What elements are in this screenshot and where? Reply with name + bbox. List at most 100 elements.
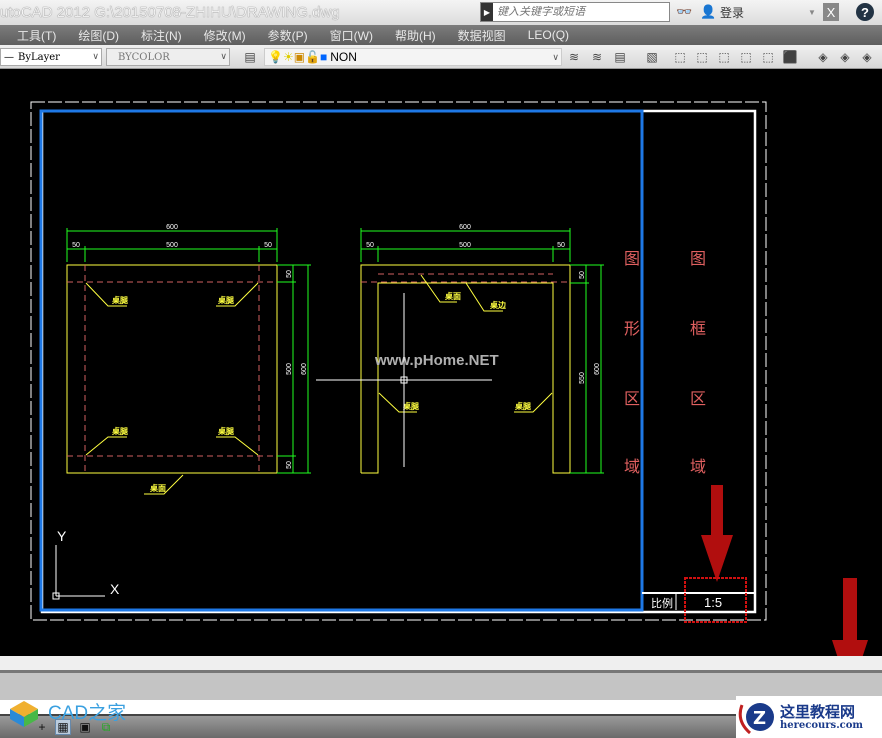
lock-icon: 🔓 <box>305 50 321 64</box>
menu-help[interactable]: 帮助(H) <box>395 27 436 44</box>
chevron-down-icon: ∨ <box>220 52 227 62</box>
svg-text:Z: Z <box>753 708 766 729</box>
title-bar: utoCAD 2012 G:\20150708-ZHIHU\DRAWING.dw… <box>0 0 882 25</box>
leader-label: 桌面 <box>149 483 166 493</box>
herecours-logo: Z 这里教程网 herecours.com <box>736 696 882 738</box>
dim-text: 500 <box>459 242 471 249</box>
iso-se-icon[interactable]: ◈ <box>837 49 853 65</box>
ucs-icon <box>52 545 105 600</box>
drawing-canvas[interactable]: 比例 1:5 图 形 区 域 图 框 区 域 600 50 500 50 50 … <box>0 69 882 656</box>
menu-modify[interactable]: 修改(M) <box>204 27 246 44</box>
cad-logo-text: CAD之家 <box>48 702 127 724</box>
menu-leo[interactable]: LEO(Q) <box>528 28 569 42</box>
command-history[interactable] <box>0 656 882 673</box>
view-back-icon[interactable]: ⬛ <box>782 49 798 65</box>
layer-previous-icon[interactable]: ≋ <box>566 49 582 65</box>
menu-data-view[interactable]: 数据视图 <box>458 27 506 44</box>
leader-label: 桌面 <box>444 291 461 301</box>
linetype-value: ByLayer <box>18 51 60 63</box>
dropdown-icon[interactable]: ▼ <box>808 3 816 21</box>
right-view[interactable]: 600 50 500 50 50 550 600 桌面 桌边 桌腿 桌腿 <box>360 224 604 474</box>
left-view[interactable]: 600 50 500 50 50 500 50 600 桌腿 桌腿 桌腿 桌腿 … <box>66 224 311 495</box>
leaders <box>85 282 259 495</box>
scale-value: 1:5 <box>704 595 722 610</box>
dim-text: 500 <box>166 242 178 249</box>
iso-ne-icon[interactable]: ◈ <box>859 49 875 65</box>
lineweight-select[interactable]: BYCOLOR ∨ <box>106 48 230 66</box>
layer-match-icon[interactable]: ▤ <box>612 49 628 65</box>
dim-text: 600 <box>166 224 178 231</box>
exchange-icon[interactable]: X <box>823 3 839 21</box>
binoculars-icon[interactable]: 👓 <box>676 3 692 21</box>
lineweight-value: BYCOLOR <box>118 51 170 63</box>
login-link[interactable]: 登录 <box>720 3 744 21</box>
view-right-icon[interactable]: ⬚ <box>738 49 754 65</box>
user-icon[interactable]: 👤 <box>700 3 716 21</box>
iso-sw-icon[interactable]: ◈ <box>815 49 831 65</box>
window-title: utoCAD 2012 G:\20150708-ZHIHU\DRAWING.dw… <box>0 4 340 21</box>
dim-text: 600 <box>301 363 308 375</box>
dim-text: 50 <box>72 242 80 249</box>
view-left-icon[interactable]: ⬚ <box>716 49 732 65</box>
red-arrow-icon <box>701 485 868 656</box>
toolbar: — ByLayer ∨ BYCOLOR ∨ ▤ 💡 ☀ ▣ 🔓 ■ NON ∨ ≋ ≋ ▤ … <box>0 45 882 69</box>
layer-select[interactable]: 💡 ☀ ▣ 🔓 ■ NON ∨ <box>264 48 562 66</box>
dim-text: 50 <box>286 461 293 469</box>
layer-manager-icon[interactable]: ▤ <box>242 49 258 65</box>
region-text: 区 <box>624 391 640 408</box>
search-input[interactable] <box>493 6 663 18</box>
crosshair-cursor <box>316 293 492 467</box>
dim-text: 600 <box>594 363 601 375</box>
dim-text: 600 <box>459 224 471 231</box>
view-front-icon[interactable]: ⬚ <box>760 49 776 65</box>
menu-draw[interactable]: 绘图(D) <box>78 27 119 44</box>
dim-text: 50 <box>579 271 586 279</box>
frame-text: 图 <box>690 251 706 268</box>
leader-label: 桌边 <box>489 300 507 310</box>
frame-text: 域 <box>690 458 706 476</box>
menu-dimension[interactable]: 标注(N) <box>141 27 182 44</box>
herecours-cn: 这里教程网 <box>780 702 856 721</box>
menu-parametric[interactable]: 参数(P) <box>268 27 308 44</box>
z-logo-icon: Z <box>738 703 774 735</box>
help-icon[interactable]: ? <box>856 3 874 21</box>
search-box[interactable]: ▶ <box>480 2 670 22</box>
layer-state-icon[interactable]: ≋ <box>589 49 605 65</box>
region-text: 形 <box>624 320 640 338</box>
frame-text: 区 <box>690 391 706 408</box>
sun-icon: ☀ <box>282 50 294 64</box>
menu-tools[interactable]: 工具(T) <box>17 27 56 44</box>
linetype-select[interactable]: — ByLayer ∨ <box>0 48 102 66</box>
herecours-en: herecours.com <box>780 719 864 731</box>
leader-label: 桌腿 <box>217 426 234 436</box>
leaders <box>378 274 553 413</box>
dim-text: 500 <box>286 363 293 375</box>
hidden-lines <box>361 273 570 283</box>
dim-text: 50 <box>557 242 565 249</box>
graphics-viewport[interactable] <box>39 109 644 612</box>
watermark: www.pHome.NET <box>374 352 499 369</box>
leader-label: 桌腿 <box>111 426 128 436</box>
region-text: 图 <box>624 251 640 268</box>
chevron-down-icon: ∨ <box>552 51 559 62</box>
view-manager-icon[interactable]: ▧ <box>644 49 660 65</box>
leader-label: 桌腿 <box>514 401 531 411</box>
leader-label: 桌腿 <box>111 295 128 305</box>
frame-text: 框 <box>690 320 706 338</box>
color-swatch-icon: ■ <box>320 50 328 64</box>
menu-window[interactable]: 窗口(W) <box>330 27 373 44</box>
region-text: 域 <box>624 458 640 476</box>
cad-home-logo: CAD之家 <box>4 695 126 727</box>
layer-value: NON <box>330 50 357 64</box>
dim-text: 550 <box>579 372 586 384</box>
table-outline <box>360 264 571 474</box>
ucs-x-label: X <box>110 581 120 597</box>
view-top-icon[interactable]: ⬚ <box>672 49 688 65</box>
leader-label: 桌腿 <box>402 401 419 411</box>
chevron-down-icon: ∨ <box>92 52 99 62</box>
dim-text: 50 <box>286 270 293 278</box>
leader-label: 桌腿 <box>217 295 234 305</box>
view-bottom-icon[interactable]: ⬚ <box>694 49 710 65</box>
search-expand-icon[interactable]: ▶ <box>481 3 493 21</box>
scale-label: 比例 <box>651 596 673 610</box>
